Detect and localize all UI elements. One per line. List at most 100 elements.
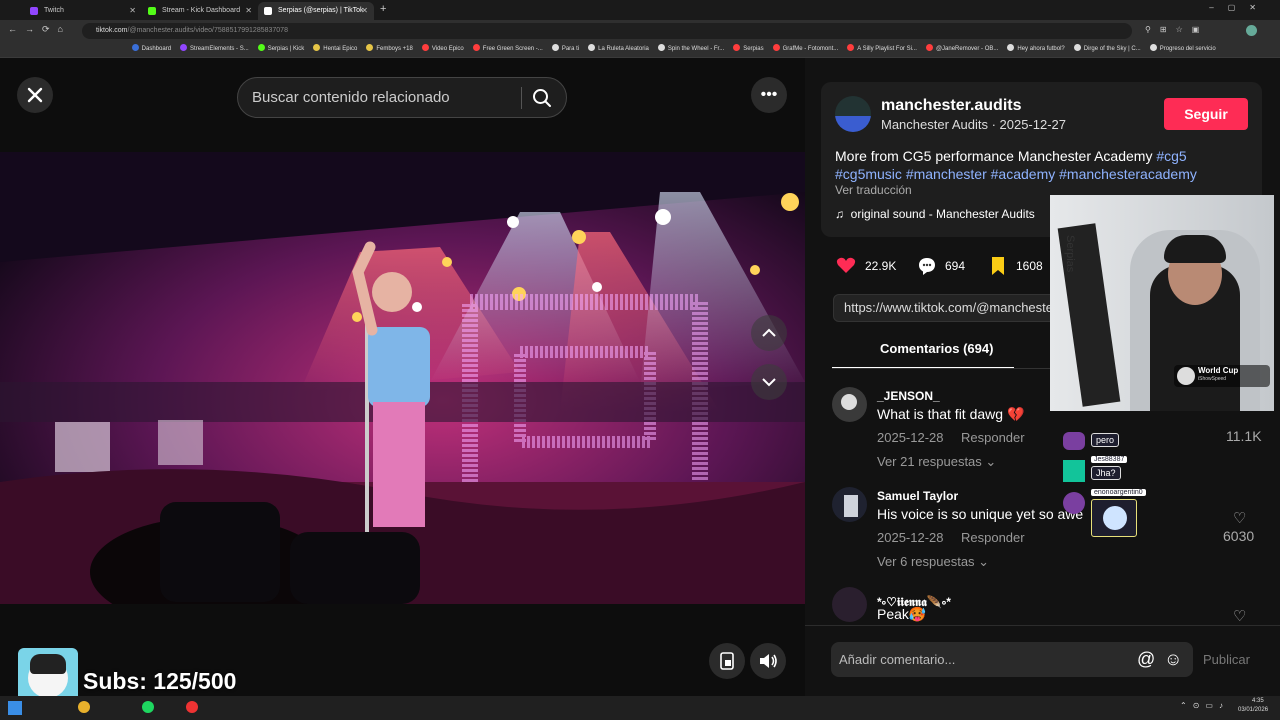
author-avatar[interactable]	[835, 96, 871, 132]
video-player[interactable]	[0, 152, 805, 604]
volume-button[interactable]	[750, 643, 786, 679]
chat-user: Jes88387	[1091, 456, 1128, 463]
avatar[interactable]	[832, 587, 867, 622]
bookmark-item[interactable]: Hentai Epico	[313, 42, 357, 57]
avatar[interactable]	[832, 387, 867, 422]
spotify-icon[interactable]	[142, 701, 154, 713]
tab-tiktok[interactable]: Serpias (@serpias) | TikTok ✕	[258, 2, 374, 20]
bookmark-icon	[772, 44, 780, 51]
music-note-icon: ♫	[835, 207, 844, 221]
chevron-down-icon	[762, 378, 776, 387]
bookmark-item[interactable]: Progreso del servicio	[1149, 42, 1216, 57]
bookmark-item[interactable]: Hey ahora futbol?	[1007, 42, 1065, 57]
bookmarks-bar: Dashboard StreamElements - S... Serpias | …	[0, 42, 1280, 58]
hashtag[interactable]: #academy	[991, 166, 1056, 182]
mini-player-icon	[720, 652, 734, 670]
bookmark-item[interactable]: Femboys +18	[366, 42, 413, 57]
close-tab-icon[interactable]: ✕	[129, 2, 136, 20]
prev-video-button[interactable]	[751, 315, 787, 351]
sound-link[interactable]: ♫ original sound - Manchester Audits	[835, 207, 1035, 221]
hashtag[interactable]: #cg5	[1156, 148, 1186, 164]
post-comment-button[interactable]: Publicar	[1203, 652, 1250, 667]
hashtag[interactable]: #manchester	[906, 166, 987, 182]
author-username[interactable]: manchester.audits	[881, 97, 1022, 115]
more-options-button[interactable]: •••	[751, 77, 787, 113]
heart-outline-icon[interactable]: ♡	[1233, 607, 1246, 625]
bookmark-item[interactable]: StreamElements - S...	[180, 42, 249, 57]
close-tab-icon[interactable]: ✕	[361, 2, 368, 20]
profile-avatar[interactable]	[1246, 25, 1257, 36]
view-replies-button[interactable]: Ver 6 respuestas ⌄	[877, 554, 989, 570]
bookmark-item[interactable]: Spin the Wheel - Fr...	[657, 42, 724, 57]
bookmark-icon	[1007, 44, 1015, 51]
bookmark-item[interactable]: Serpias | Kick	[257, 42, 304, 57]
kick-icon	[148, 7, 156, 15]
tab-kick[interactable]: Stream - Kick Dashboard ✕	[142, 2, 258, 20]
next-video-button[interactable]	[751, 364, 787, 400]
emoji-icon[interactable]: ☺	[1164, 642, 1182, 677]
chat-message: Jha?	[1091, 466, 1121, 480]
nav-buttons[interactable]: ←→⟳⌂	[8, 24, 71, 35]
tiktok-icon	[264, 7, 272, 15]
comment-like-count: 6030	[1223, 528, 1255, 544]
close-button[interactable]	[17, 77, 53, 113]
bookmark-icon	[131, 44, 139, 51]
address-bar: ←→⟳⌂ tiktok.com/@manchester.audits/video…	[0, 20, 1280, 42]
hashtag[interactable]: #cg5music	[835, 166, 902, 182]
reply-button[interactable]: Responder	[961, 530, 1025, 545]
subs-counter: Subs: 125/500	[83, 668, 237, 694]
bookmark-item[interactable]: GrafMe - Fotomont...	[772, 42, 838, 57]
window-controls[interactable]: –▢✕	[1209, 3, 1270, 12]
toolbar-icons[interactable]: ⚲⊞☆▣	[1145, 25, 1208, 34]
like-button[interactable]	[836, 256, 856, 276]
bookmark-item[interactable]: Dirge of the Sky | C...	[1073, 42, 1141, 57]
bookmark-icon	[1149, 44, 1157, 51]
bookmark-item[interactable]: Video Epico	[421, 42, 464, 57]
heart-outline-icon[interactable]: ♡	[1233, 509, 1246, 527]
save-count: 1608	[1016, 259, 1043, 273]
bookmark-item[interactable]: Free Green Screen -...	[472, 42, 543, 57]
search-input[interactable]: Buscar contenido relacionado	[237, 77, 567, 118]
save-button[interactable]	[990, 256, 1006, 276]
comment-text: His voice is so unique yet so awe	[877, 506, 1084, 522]
comment-text: What is that fit dawg 💔	[877, 406, 1025, 422]
tab-comments[interactable]: Comentarios (694)	[880, 341, 993, 356]
comment-author[interactable]: _JENSON_	[877, 389, 940, 403]
comment-date: 2025-12-28	[877, 530, 944, 545]
close-tab-icon[interactable]: ✕	[245, 2, 252, 20]
bookmark-item[interactable]: @JaneRemover - OB...	[925, 42, 998, 57]
search-icon[interactable]	[532, 88, 552, 108]
bookmark-icon	[180, 44, 188, 51]
translate-link[interactable]: Ver traducción	[835, 183, 912, 197]
bookmark-item[interactable]: La Ruleta Aleatoria	[588, 42, 649, 57]
new-tab-button[interactable]: +	[380, 3, 386, 15]
bookmark-item[interactable]: Dashboard	[131, 42, 171, 57]
url-field[interactable]: tiktok.com/@manchester.audits/video/7588…	[82, 23, 1132, 39]
tab-twitch[interactable]: Twitch ✕	[24, 2, 142, 20]
avatar[interactable]	[832, 487, 867, 522]
comment-input[interactable]: Añadir comentario... @ ☺	[831, 642, 1193, 677]
windows-start-icon[interactable]	[8, 701, 22, 715]
bookmark-icon	[366, 44, 374, 51]
chat-message: pero	[1091, 433, 1120, 447]
bookmark-icon	[847, 44, 855, 51]
bookmark-icon	[421, 44, 429, 51]
bookmark-item[interactable]: A Silly Playlist For Si...	[847, 42, 917, 57]
comment-like-count: 11.1K	[1226, 428, 1262, 444]
system-date: 03/01/2026	[1238, 707, 1269, 713]
reply-button[interactable]: Responder	[961, 430, 1025, 445]
hashtag[interactable]: #manchesteracademy	[1059, 166, 1197, 182]
app-icon[interactable]	[186, 701, 198, 713]
tray-icons[interactable]: ⌃⊙▭♪	[1180, 701, 1229, 710]
bookmark-item[interactable]: Serpias	[733, 42, 764, 57]
view-replies-button[interactable]: Ver 21 respuestas ⌄	[877, 454, 996, 470]
comment-button[interactable]	[917, 256, 937, 276]
bookmark-item[interactable]: Para ti	[551, 42, 579, 57]
floating-player-button[interactable]	[709, 643, 745, 679]
bookmark-icon	[588, 44, 596, 51]
follow-button[interactable]: Seguir	[1164, 98, 1248, 130]
chrome-icon[interactable]	[78, 701, 90, 713]
comment-author[interactable]: Samuel Taylor	[877, 489, 958, 503]
mention-icon[interactable]: @	[1137, 642, 1155, 677]
browser-tab-bar: Twitch ✕ Stream - Kick Dashboard ✕ Serpias…	[0, 0, 1280, 20]
